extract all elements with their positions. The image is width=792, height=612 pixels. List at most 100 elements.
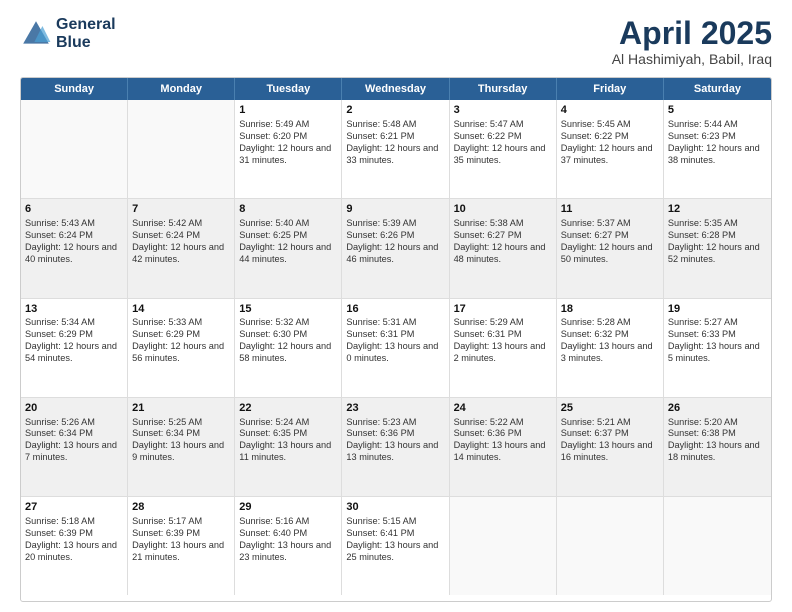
col-wednesday: Wednesday: [342, 78, 449, 100]
cell-info: Sunrise: 5:38 AMSunset: 6:27 PMDaylight:…: [454, 218, 552, 266]
cell-info: Sunrise: 5:17 AMSunset: 6:39 PMDaylight:…: [132, 516, 230, 564]
location-title: Al Hashimiyah, Babil, Iraq: [612, 51, 772, 67]
day-number: 9: [346, 202, 444, 217]
day-number: 27: [25, 500, 123, 515]
cell-info: Sunrise: 5:25 AMSunset: 6:34 PMDaylight:…: [132, 417, 230, 465]
col-saturday: Saturday: [664, 78, 771, 100]
day-number: 3: [454, 103, 552, 118]
col-thursday: Thursday: [450, 78, 557, 100]
cell-info: Sunrise: 5:43 AMSunset: 6:24 PMDaylight:…: [25, 218, 123, 266]
logo: General Blue: [20, 16, 116, 51]
day-number: 25: [561, 401, 659, 416]
cell-info: Sunrise: 5:34 AMSunset: 6:29 PMDaylight:…: [25, 317, 123, 365]
table-row: 29 Sunrise: 5:16 AMSunset: 6:40 PMDaylig…: [235, 497, 342, 595]
calendar-header: Sunday Monday Tuesday Wednesday Thursday…: [21, 78, 771, 100]
day-number: 30: [346, 500, 444, 515]
table-row: 15 Sunrise: 5:32 AMSunset: 6:30 PMDaylig…: [235, 299, 342, 397]
cell-info: Sunrise: 5:37 AMSunset: 6:27 PMDaylight:…: [561, 218, 659, 266]
cell-info: Sunrise: 5:27 AMSunset: 6:33 PMDaylight:…: [668, 317, 767, 365]
day-number: 12: [668, 202, 767, 217]
cell-info: Sunrise: 5:16 AMSunset: 6:40 PMDaylight:…: [239, 516, 337, 564]
day-number: 26: [668, 401, 767, 416]
table-row: 23 Sunrise: 5:23 AMSunset: 6:36 PMDaylig…: [342, 398, 449, 496]
col-sunday: Sunday: [21, 78, 128, 100]
day-number: 17: [454, 302, 552, 317]
day-number: 20: [25, 401, 123, 416]
logo-icon: [20, 18, 52, 50]
logo-line1: General: [56, 16, 116, 34]
calendar-body: 1 Sunrise: 5:49 AMSunset: 6:20 PMDayligh…: [21, 100, 771, 595]
week-1: 1 Sunrise: 5:49 AMSunset: 6:20 PMDayligh…: [21, 100, 771, 199]
table-row: 22 Sunrise: 5:24 AMSunset: 6:35 PMDaylig…: [235, 398, 342, 496]
cell-info: Sunrise: 5:28 AMSunset: 6:32 PMDaylight:…: [561, 317, 659, 365]
cell-info: Sunrise: 5:23 AMSunset: 6:36 PMDaylight:…: [346, 417, 444, 465]
calendar: Sunday Monday Tuesday Wednesday Thursday…: [20, 77, 772, 602]
table-row: [21, 100, 128, 198]
day-number: 6: [25, 202, 123, 217]
table-row: 14 Sunrise: 5:33 AMSunset: 6:29 PMDaylig…: [128, 299, 235, 397]
table-row: 21 Sunrise: 5:25 AMSunset: 6:34 PMDaylig…: [128, 398, 235, 496]
cell-info: Sunrise: 5:49 AMSunset: 6:20 PMDaylight:…: [239, 119, 337, 167]
day-number: 22: [239, 401, 337, 416]
day-number: 10: [454, 202, 552, 217]
month-title: April 2025: [612, 16, 772, 51]
logo-line2: Blue: [56, 34, 116, 52]
day-number: 18: [561, 302, 659, 317]
table-row: 8 Sunrise: 5:40 AMSunset: 6:25 PMDayligh…: [235, 199, 342, 297]
cell-info: Sunrise: 5:22 AMSunset: 6:36 PMDaylight:…: [454, 417, 552, 465]
table-row: [128, 100, 235, 198]
week-3: 13 Sunrise: 5:34 AMSunset: 6:29 PMDaylig…: [21, 299, 771, 398]
day-number: 1: [239, 103, 337, 118]
cell-info: Sunrise: 5:40 AMSunset: 6:25 PMDaylight:…: [239, 218, 337, 266]
cell-info: Sunrise: 5:35 AMSunset: 6:28 PMDaylight:…: [668, 218, 767, 266]
table-row: 24 Sunrise: 5:22 AMSunset: 6:36 PMDaylig…: [450, 398, 557, 496]
cell-info: Sunrise: 5:44 AMSunset: 6:23 PMDaylight:…: [668, 119, 767, 167]
day-number: 2: [346, 103, 444, 118]
day-number: 14: [132, 302, 230, 317]
day-number: 21: [132, 401, 230, 416]
table-row: 25 Sunrise: 5:21 AMSunset: 6:37 PMDaylig…: [557, 398, 664, 496]
table-row: 18 Sunrise: 5:28 AMSunset: 6:32 PMDaylig…: [557, 299, 664, 397]
table-row: 6 Sunrise: 5:43 AMSunset: 6:24 PMDayligh…: [21, 199, 128, 297]
day-number: 5: [668, 103, 767, 118]
week-5: 27 Sunrise: 5:18 AMSunset: 6:39 PMDaylig…: [21, 497, 771, 595]
table-row: 30 Sunrise: 5:15 AMSunset: 6:41 PMDaylig…: [342, 497, 449, 595]
cell-info: Sunrise: 5:21 AMSunset: 6:37 PMDaylight:…: [561, 417, 659, 465]
table-row: 16 Sunrise: 5:31 AMSunset: 6:31 PMDaylig…: [342, 299, 449, 397]
title-block: April 2025 Al Hashimiyah, Babil, Iraq: [612, 16, 772, 67]
day-number: 4: [561, 103, 659, 118]
day-number: 15: [239, 302, 337, 317]
table-row: 5 Sunrise: 5:44 AMSunset: 6:23 PMDayligh…: [664, 100, 771, 198]
day-number: 13: [25, 302, 123, 317]
cell-info: Sunrise: 5:31 AMSunset: 6:31 PMDaylight:…: [346, 317, 444, 365]
table-row: 26 Sunrise: 5:20 AMSunset: 6:38 PMDaylig…: [664, 398, 771, 496]
table-row: 1 Sunrise: 5:49 AMSunset: 6:20 PMDayligh…: [235, 100, 342, 198]
cell-info: Sunrise: 5:45 AMSunset: 6:22 PMDaylight:…: [561, 119, 659, 167]
table-row: 17 Sunrise: 5:29 AMSunset: 6:31 PMDaylig…: [450, 299, 557, 397]
table-row: 11 Sunrise: 5:37 AMSunset: 6:27 PMDaylig…: [557, 199, 664, 297]
table-row: 2 Sunrise: 5:48 AMSunset: 6:21 PMDayligh…: [342, 100, 449, 198]
cell-info: Sunrise: 5:39 AMSunset: 6:26 PMDaylight:…: [346, 218, 444, 266]
table-row: 12 Sunrise: 5:35 AMSunset: 6:28 PMDaylig…: [664, 199, 771, 297]
table-row: [664, 497, 771, 595]
table-row: 19 Sunrise: 5:27 AMSunset: 6:33 PMDaylig…: [664, 299, 771, 397]
cell-info: Sunrise: 5:26 AMSunset: 6:34 PMDaylight:…: [25, 417, 123, 465]
cell-info: Sunrise: 5:20 AMSunset: 6:38 PMDaylight:…: [668, 417, 767, 465]
col-friday: Friday: [557, 78, 664, 100]
day-number: 11: [561, 202, 659, 217]
col-monday: Monday: [128, 78, 235, 100]
table-row: 7 Sunrise: 5:42 AMSunset: 6:24 PMDayligh…: [128, 199, 235, 297]
cell-info: Sunrise: 5:24 AMSunset: 6:35 PMDaylight:…: [239, 417, 337, 465]
week-2: 6 Sunrise: 5:43 AMSunset: 6:24 PMDayligh…: [21, 199, 771, 298]
day-number: 24: [454, 401, 552, 416]
table-row: 10 Sunrise: 5:38 AMSunset: 6:27 PMDaylig…: [450, 199, 557, 297]
cell-info: Sunrise: 5:33 AMSunset: 6:29 PMDaylight:…: [132, 317, 230, 365]
table-row: [450, 497, 557, 595]
table-row: 13 Sunrise: 5:34 AMSunset: 6:29 PMDaylig…: [21, 299, 128, 397]
cell-info: Sunrise: 5:47 AMSunset: 6:22 PMDaylight:…: [454, 119, 552, 167]
day-number: 16: [346, 302, 444, 317]
day-number: 29: [239, 500, 337, 515]
page: General Blue April 2025 Al Hashimiyah, B…: [0, 0, 792, 612]
header: General Blue April 2025 Al Hashimiyah, B…: [20, 16, 772, 67]
cell-info: Sunrise: 5:32 AMSunset: 6:30 PMDaylight:…: [239, 317, 337, 365]
